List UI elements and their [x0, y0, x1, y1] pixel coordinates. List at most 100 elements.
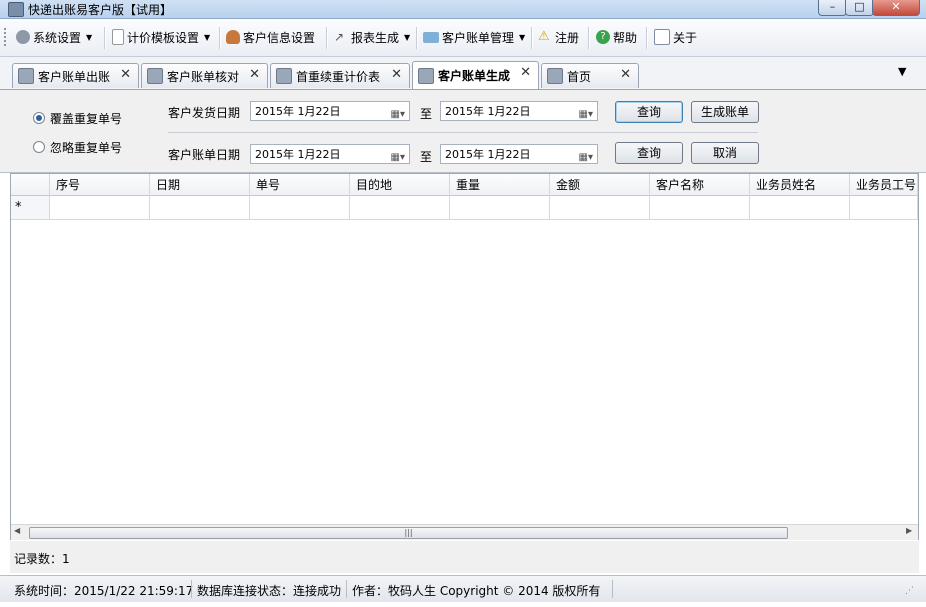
calendar-icon[interactable]: ▦▾: [579, 148, 593, 168]
tab-doc-icon: [18, 68, 34, 84]
toolbar-bill-management[interactable]: 客户账单管理 ▼: [423, 26, 525, 48]
maximize-button[interactable]: □: [845, 0, 874, 16]
table-cell[interactable]: [250, 196, 350, 220]
table-cell[interactable]: [650, 196, 750, 220]
record-count: 记录数：1: [14, 552, 70, 566]
data-grid[interactable]: 序号 日期 单号 目的地 重量 金额 客户名称 业务员姓名 业务员工号 * ◀ …: [10, 173, 919, 540]
tab-doc-icon: [418, 67, 434, 84]
close-icon[interactable]: ✕: [620, 67, 631, 82]
scroll-right-icon[interactable]: ▶: [906, 526, 912, 535]
column-header[interactable]: 目的地: [350, 174, 450, 196]
toolbar-pricing-template[interactable]: 计价模板设置 ▼: [112, 26, 210, 48]
calendar-icon[interactable]: ▦▾: [391, 105, 405, 125]
query-button-2[interactable]: 查询: [615, 142, 683, 164]
resize-grip-icon[interactable]: ⋰: [905, 586, 914, 596]
tab-bill-verify[interactable]: 客户账单核对 ✕: [141, 63, 268, 88]
window-title: 快递出账易客户版【试用】: [28, 3, 173, 17]
toolbar-separator: [219, 27, 221, 49]
panel-divider: [168, 132, 758, 133]
close-icon[interactable]: ✕: [120, 67, 131, 82]
tab-list-dropdown-icon[interactable]: ▼: [898, 65, 906, 78]
wand-icon: ↗: [334, 30, 345, 44]
bill-date-to-picker[interactable]: 2015年 1月22日 ▦▾: [440, 144, 598, 164]
to-label: 至: [420, 107, 433, 121]
chevron-down-icon: ▼: [86, 32, 93, 42]
calendar-icon[interactable]: ▦▾: [579, 105, 593, 125]
toolbar-separator: [104, 27, 106, 49]
table-cell[interactable]: [850, 196, 918, 220]
query-button[interactable]: 查询: [615, 101, 683, 123]
tab-bill-checkout[interactable]: 客户账单出账 ✕: [12, 63, 139, 88]
column-header[interactable]: 客户名称: [650, 174, 750, 196]
scroll-left-icon[interactable]: ◀: [14, 526, 20, 535]
column-header[interactable]: 业务员姓名: [750, 174, 850, 196]
db-connection-status: 数据库连接状态：连接成功: [197, 584, 342, 598]
tab-weight-price-table[interactable]: 首重续重计价表 ✕: [270, 63, 410, 88]
row-header-corner: [11, 174, 50, 196]
radio-overwrite-label: 覆盖重复单号: [50, 112, 123, 126]
system-time: 系统时间：2015/1/22 21:59:17: [14, 584, 194, 598]
minimize-button[interactable]: –: [818, 0, 847, 16]
scrollbar-thumb[interactable]: |||: [29, 527, 788, 539]
help-icon: ?: [596, 30, 610, 44]
horizontal-scrollbar[interactable]: ◀ ||| ▶: [11, 524, 918, 540]
tab-doc-icon: [547, 68, 563, 84]
toolbar-customer-info[interactable]: 客户信息设置: [226, 26, 315, 48]
column-header[interactable]: 序号: [50, 174, 150, 196]
info-icon: [654, 29, 670, 45]
table-cell[interactable]: [450, 196, 550, 220]
tab-strip: 客户账单出账 ✕ 客户账单核对 ✕ 首重续重计价表 ✕ 客户账单生成 ✕ 首页 …: [0, 57, 926, 90]
user-icon: [226, 30, 240, 44]
column-header[interactable]: 重量: [450, 174, 550, 196]
toolbar-separator: [531, 27, 533, 49]
table-cell[interactable]: [350, 196, 450, 220]
toolbar-register[interactable]: ⚠ 注册: [538, 26, 579, 48]
record-count-bar: 记录数：1: [10, 541, 919, 573]
toolbar-system-settings[interactable]: 系统设置 ▼: [16, 26, 92, 48]
cancel-button[interactable]: 取消: [691, 142, 759, 164]
radio-ignore-label: 忽略重复单号: [50, 141, 123, 155]
to-label: 至: [420, 150, 433, 164]
table-cell[interactable]: [150, 196, 250, 220]
toolbar-separator: [646, 27, 648, 49]
app-icon: [8, 2, 24, 17]
chevron-down-icon: ▼: [204, 32, 211, 42]
table-cell[interactable]: [550, 196, 650, 220]
bill-date-label: 客户账单日期: [168, 148, 241, 162]
status-separator: [191, 580, 192, 598]
close-icon[interactable]: ✕: [520, 65, 531, 80]
toolbar-separator: [588, 27, 590, 49]
new-row-marker: *: [11, 196, 50, 220]
ship-date-from-picker[interactable]: 2015年 1月22日 ▦▾: [250, 101, 410, 121]
toolbar-report-generate[interactable]: ↗ 报表生成 ▼: [334, 26, 410, 48]
radio-ignore-duplicates[interactable]: [33, 141, 45, 153]
table-cell[interactable]: [750, 196, 850, 220]
close-button[interactable]: ✕: [872, 0, 920, 16]
column-header[interactable]: 日期: [150, 174, 250, 196]
status-bar: 系统时间：2015/1/22 21:59:17 数据库连接状态：连接成功 作者：…: [0, 575, 926, 602]
gear-icon: [16, 30, 30, 44]
tab-doc-icon: [276, 68, 292, 84]
calendar-icon[interactable]: ▦▾: [391, 148, 405, 168]
column-header[interactable]: 业务员工号: [850, 174, 918, 196]
close-icon[interactable]: ✕: [249, 67, 260, 82]
close-icon[interactable]: ✕: [391, 67, 402, 82]
toolbar-about[interactable]: 关于: [654, 26, 697, 48]
toolbar-help[interactable]: ? 帮助: [596, 26, 637, 48]
generate-bill-button[interactable]: 生成账单: [691, 101, 759, 123]
table-cell[interactable]: [50, 196, 150, 220]
ship-date-to-picker[interactable]: 2015年 1月22日 ▦▾: [440, 101, 598, 121]
folder-icon: [423, 31, 439, 43]
tab-home[interactable]: 首页 ✕: [541, 63, 639, 88]
toolbar-separator: [416, 27, 418, 49]
document-icon: [112, 29, 124, 45]
status-separator: [612, 580, 613, 598]
column-header[interactable]: 金额: [550, 174, 650, 196]
title-bar: 快递出账易客户版【试用】 – □ ✕: [0, 0, 926, 19]
column-header[interactable]: 单号: [250, 174, 350, 196]
radio-overwrite-duplicates[interactable]: [33, 112, 45, 124]
bill-date-from-picker[interactable]: 2015年 1月22日 ▦▾: [250, 144, 410, 164]
filter-panel: 覆盖重复单号 忽略重复单号 客户发货日期 2015年 1月22日 ▦▾ 至 201…: [0, 90, 926, 173]
tab-bill-generate[interactable]: 客户账单生成 ✕: [412, 61, 539, 89]
toolbar-grip[interactable]: [4, 28, 9, 46]
